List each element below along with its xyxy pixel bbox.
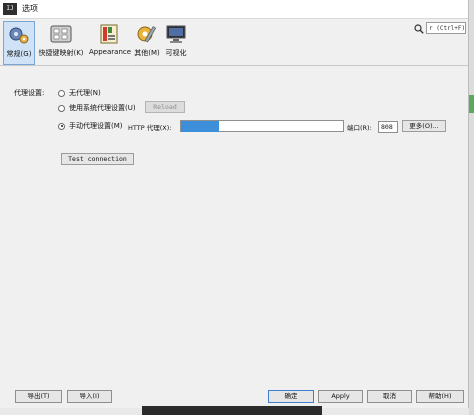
tab-label: 快捷键映射(K) [38,49,84,57]
apply-button[interactable]: Apply [318,390,363,403]
option-label: 使用系统代理设置(U) [69,104,136,112]
option-label: 手动代理设置(M) [69,122,123,130]
radio-no-proxy[interactable]: 无代理(N) [58,87,101,99]
general-settings-panel [6,72,464,378]
tab-appearance[interactable]: Appearance [89,21,131,63]
search-input[interactable]: r (Ctrl+F) [426,22,466,34]
tab-misc[interactable]: 其他(M) [133,21,161,63]
more-button[interactable]: 更多(O)... [402,120,446,132]
help-button[interactable]: 帮助(H) [416,390,464,403]
port-label: 端口(R): [347,124,372,132]
tab-keymap[interactable]: 快捷键映射(K) [36,21,86,63]
background-taskbar-fragment [142,406,322,415]
ij-app-icon: IJ [3,3,17,15]
palette-icon [100,24,118,44]
import-button[interactable]: 导入(I) [67,390,112,403]
tab-label: 可视化 [165,49,187,57]
radio-button[interactable] [58,89,65,97]
title-bar: IJ 选项 [0,0,468,19]
category-toolbar: 常规(G) 快捷键映射(K) Appearance 其他(M) 可视化 r (C… [0,19,468,66]
test-connection-button[interactable]: Test connection [61,153,134,165]
tab-label: Appearance [89,48,132,56]
radio-button[interactable] [58,104,65,112]
background-window-edge [469,0,474,415]
radio-system-proxy[interactable]: 使用系统代理设置(U) [58,102,136,114]
search-icon [414,24,424,34]
tab-general[interactable]: 常规(G) [3,21,35,65]
tab-label: 常规(G) [6,50,32,58]
monitor-icon [166,25,186,43]
tab-visualization[interactable]: 可视化 [163,21,189,63]
option-label: 无代理(N) [69,89,101,97]
host-selection-highlight [181,121,219,132]
reload-button[interactable]: Reload [145,101,185,113]
cancel-button[interactable]: 取消 [367,390,412,403]
ok-button[interactable]: 确定 [268,390,314,403]
tab-label: 其他(M) [134,49,160,57]
port-input[interactable]: 808 [378,121,398,133]
tools-icon [137,26,157,43]
radio-button[interactable] [58,122,65,130]
window-title: 选项 [22,4,38,13]
radio-manual-proxy[interactable]: 手动代理设置(M) [58,120,123,132]
http-proxy-label: HTTP 代理(X): [128,124,172,132]
background-accent [469,95,474,113]
keyboard-icon [50,25,72,43]
options-dialog: IJ 选项 常规(G) 快捷键映射(K) Appearance 其他(M) 可视… [0,0,469,408]
export-button[interactable]: 导出(T) [15,390,62,403]
gears-icon [9,27,29,44]
proxy-settings-label: 代理设置: [14,89,45,97]
